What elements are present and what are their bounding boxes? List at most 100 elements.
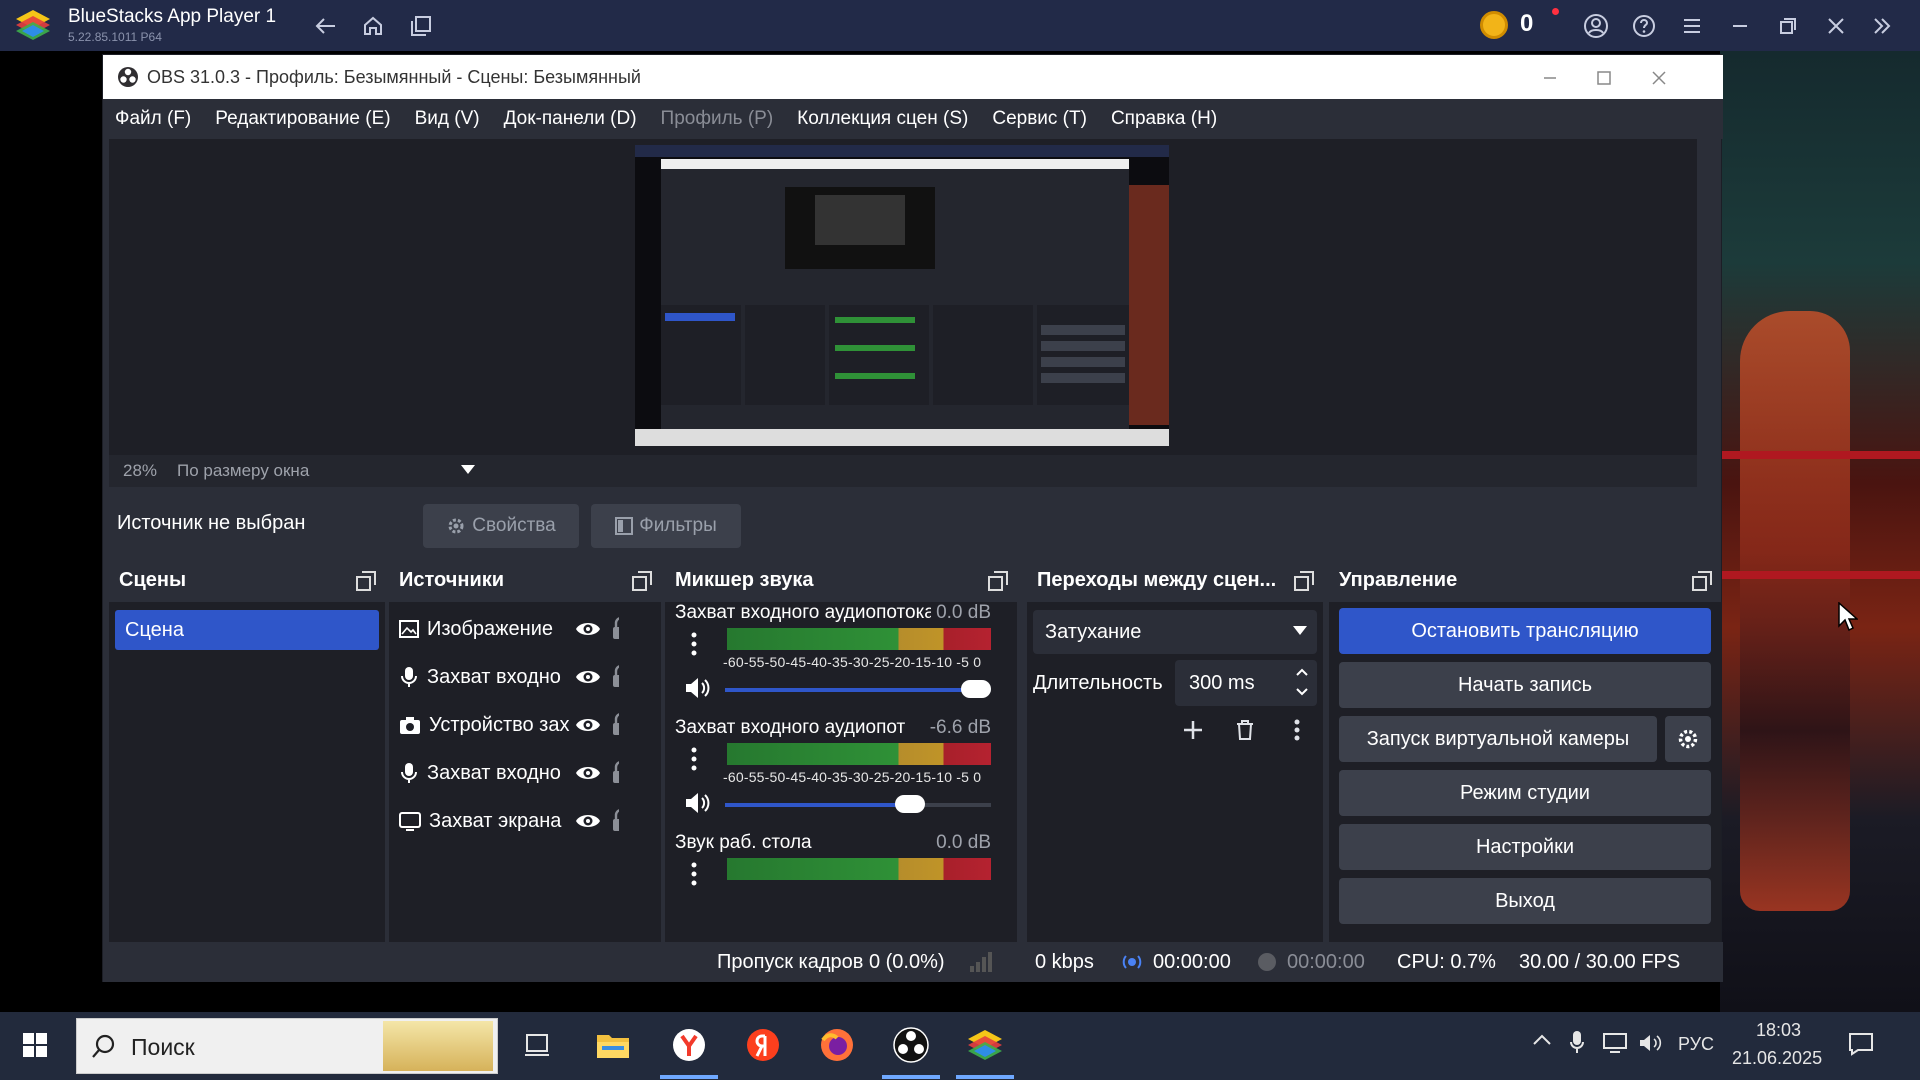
volume-slider[interactable] — [725, 795, 991, 813]
firefox-icon[interactable] — [814, 1022, 860, 1068]
windows-start-icon[interactable] — [12, 1022, 58, 1068]
source-item[interactable]: Захват входно — [399, 753, 619, 793]
menu-profile[interactable]: Профиль (P) — [661, 108, 774, 130]
virtual-camera-button[interactable]: Запуск виртуальной камеры — [1339, 716, 1657, 762]
account-icon[interactable] — [1582, 12, 1610, 40]
trash-icon[interactable] — [1231, 716, 1259, 744]
source-item[interactable]: Захват входно — [399, 657, 619, 697]
eye-icon[interactable] — [575, 761, 601, 785]
lock-icon[interactable] — [611, 807, 619, 833]
scene-item[interactable]: Сцена — [115, 610, 379, 650]
menu-view[interactable]: Вид (V) — [415, 108, 480, 130]
volume-slider-knob[interactable] — [894, 795, 925, 813]
filters-button[interactable]: Фильтры — [591, 504, 741, 548]
spin-down-icon[interactable] — [1295, 686, 1309, 698]
clock-time[interactable]: 18:03 — [1756, 1020, 1801, 1041]
kebab-menu-icon[interactable] — [687, 860, 701, 888]
taskbar-search-box[interactable]: Поиск — [76, 1018, 498, 1074]
menu-file[interactable]: Файл (F) — [115, 108, 191, 130]
minimize-icon[interactable] — [1726, 12, 1754, 40]
bluestacks-icon[interactable] — [962, 1022, 1008, 1068]
menu-icon[interactable] — [1678, 12, 1706, 40]
menu-docks[interactable]: Док-панели (D) — [504, 108, 637, 130]
multi-instance-icon[interactable] — [407, 12, 435, 40]
speaker-icon[interactable] — [683, 789, 711, 817]
gear-icon — [446, 516, 466, 536]
tray-expand-icon[interactable] — [1532, 1032, 1552, 1046]
speaker-icon[interactable] — [683, 674, 711, 702]
undock-icon[interactable] — [987, 570, 1009, 592]
yandex-icon[interactable] — [740, 1022, 786, 1068]
source-item[interactable]: Захват экрана — [399, 801, 619, 841]
close-icon[interactable] — [1822, 12, 1850, 40]
help-icon[interactable] — [1630, 12, 1658, 40]
lock-icon[interactable] — [611, 759, 619, 785]
source-item[interactable]: Устройство зах — [399, 705, 619, 745]
eye-icon[interactable] — [575, 617, 601, 641]
add-icon[interactable] — [1179, 716, 1207, 744]
eye-icon[interactable] — [575, 713, 601, 737]
undock-icon[interactable] — [1293, 570, 1315, 592]
duration-spinbox[interactable]: 300 ms — [1175, 660, 1317, 706]
chevron-down-icon[interactable] — [461, 465, 475, 475]
menu-scene-collection[interactable]: Коллекция сцен (S) — [797, 108, 968, 130]
lock-icon[interactable] — [611, 663, 619, 689]
network-icon[interactable] — [1602, 1032, 1628, 1054]
zoom-level: 28% — [123, 461, 158, 480]
eye-icon[interactable] — [575, 809, 601, 833]
lock-icon[interactable] — [611, 615, 619, 641]
back-arrow-icon[interactable] — [312, 12, 340, 40]
menu-tools[interactable]: Сервис (T) — [992, 108, 1087, 130]
start-record-button[interactable]: Начать запись — [1339, 662, 1711, 708]
undock-icon[interactable] — [631, 570, 653, 592]
obs-minimize-icon[interactable] — [1535, 65, 1565, 91]
language-indicator[interactable]: РУС — [1678, 1034, 1714, 1055]
kebab-menu-icon[interactable] — [687, 745, 701, 773]
obs-maximize-icon[interactable] — [1589, 65, 1619, 91]
preview-canvas[interactable] — [635, 145, 1169, 446]
microphone-icon — [399, 762, 419, 784]
game-background-art — [1720, 51, 1920, 1012]
source-item[interactable]: Изображение — [399, 609, 619, 649]
menu-help[interactable]: Справка (H) — [1111, 108, 1217, 130]
studio-mode-button[interactable]: Режим студии — [1339, 770, 1711, 816]
stop-stream-button[interactable]: Остановить трансляцию — [1339, 608, 1711, 654]
kebab-menu-icon[interactable] — [687, 630, 701, 658]
volume-slider-fill — [725, 688, 976, 692]
transition-select[interactable]: Затухание — [1033, 610, 1317, 654]
restore-icon[interactable] — [1774, 12, 1802, 40]
lock-icon[interactable] — [611, 711, 619, 737]
volume-tray-icon[interactable] — [1638, 1032, 1662, 1054]
volume-slider-knob[interactable] — [961, 680, 991, 698]
task-view-icon[interactable] — [514, 1022, 560, 1068]
menu-edit[interactable]: Редактирование (E) — [215, 108, 390, 130]
clock-date[interactable]: 21.06.2025 — [1732, 1048, 1822, 1069]
obs-studio-icon[interactable] — [888, 1022, 934, 1068]
obs-close-icon[interactable] — [1644, 65, 1674, 91]
volume-slider-fill — [725, 803, 910, 807]
settings-button[interactable]: Настройки — [1339, 824, 1711, 870]
notifications-icon[interactable] — [1848, 1032, 1874, 1056]
undock-icon[interactable] — [1691, 570, 1713, 592]
preview-area[interactable] — [109, 139, 1697, 457]
home-icon[interactable] — [359, 12, 387, 40]
scale-mode-select[interactable]: По размеру окна — [177, 461, 309, 481]
volume-slider[interactable] — [725, 680, 991, 698]
file-explorer-icon[interactable] — [590, 1022, 636, 1068]
properties-button[interactable]: Свойства — [423, 504, 579, 548]
kebab-menu-icon[interactable] — [1283, 716, 1311, 744]
spin-up-icon[interactable] — [1295, 666, 1309, 678]
controls-title: Управление — [1339, 568, 1458, 591]
transitions-title: Переходы между сцен... — [1037, 568, 1277, 591]
undock-icon[interactable] — [355, 570, 377, 592]
bluestacks-titlebar: BlueStacks App Player 1 5.22.85.1011 P64… — [0, 0, 1920, 51]
source-label: Захват входно — [427, 761, 561, 784]
coin-icon[interactable] — [1480, 11, 1508, 39]
double-chevron-right-icon[interactable] — [1868, 12, 1896, 40]
exit-button[interactable]: Выход — [1339, 878, 1711, 924]
microphone-tray-icon[interactable] — [1570, 1030, 1584, 1054]
eye-icon[interactable] — [575, 665, 601, 689]
yandex-browser-icon[interactable] — [666, 1022, 712, 1068]
volume-meter — [727, 858, 991, 880]
virtual-camera-settings-button[interactable] — [1665, 716, 1711, 762]
